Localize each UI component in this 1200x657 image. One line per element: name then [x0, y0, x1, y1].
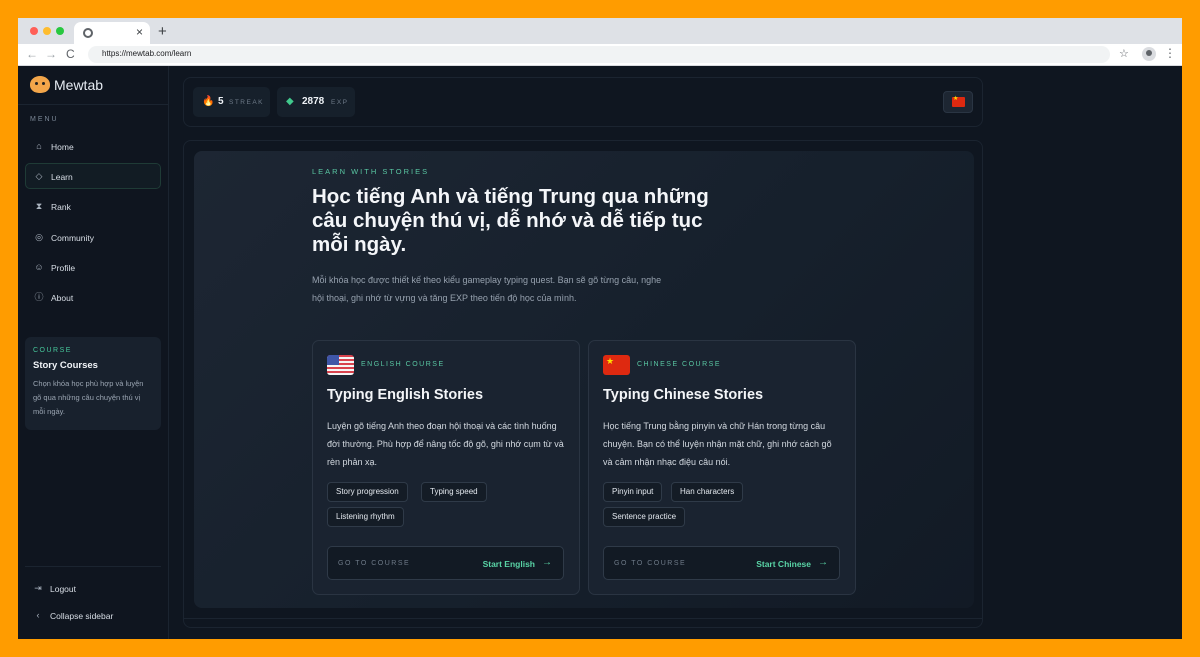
arrow-right-icon: →: [818, 557, 828, 568]
menu-label: MENU: [30, 116, 59, 123]
new-tab-button[interactable]: +: [158, 23, 167, 40]
url-text: https://mewtab.com/learn: [102, 49, 192, 58]
info-icon: ⓘ: [34, 292, 44, 302]
sidebar-item-label: Rank: [51, 202, 71, 212]
reload-icon[interactable]: C: [66, 47, 75, 61]
feature-chip: Typing speed: [421, 482, 487, 502]
exp-stat: ◆ 2878 EXP: [277, 87, 355, 117]
community-icon: ◎: [35, 232, 43, 242]
sidebar-item-learn[interactable]: ◇ Learn: [25, 163, 161, 189]
feature-chip: Pinyin input: [603, 482, 663, 502]
feature-chip: Han characters: [671, 482, 744, 502]
sidebar-item-community[interactable]: ◎ Community: [25, 224, 161, 250]
exp-value: 2878: [302, 96, 325, 107]
chrome-favicon-icon: [83, 28, 93, 38]
address-bar-row: ← → C https://mewtab.com/learn ☆ ⋮: [18, 44, 1182, 66]
course-card-description: Chọn khóa học phù hợp và luyện gõ qua nh…: [33, 379, 144, 416]
brand[interactable]: Mewtab: [18, 66, 168, 105]
profile-icon: ☺: [34, 262, 44, 272]
brand-name: Mewtab: [54, 77, 104, 93]
us-flag-icon: [327, 355, 354, 375]
browser-tab[interactable]: ×: [74, 22, 150, 44]
logout-button[interactable]: ⇥ Logout: [25, 578, 161, 598]
sidebar-item-about[interactable]: ⓘ About: [25, 284, 161, 310]
minimize-window-button[interactable]: [43, 27, 51, 35]
back-icon[interactable]: ←: [26, 47, 38, 61]
trophy-icon: ⧗: [35, 201, 43, 211]
china-flag-icon: [603, 355, 630, 375]
streak-stat: 🔥 5 STREAK: [193, 87, 270, 117]
section-divider: [184, 618, 982, 619]
sidebar-item-profile[interactable]: ☺ Profile: [25, 254, 161, 280]
course-kicker: COURSE: [33, 347, 72, 354]
language-switch-button[interactable]: [943, 91, 973, 113]
china-flag-icon: [952, 95, 965, 107]
streak-label: STREAK: [229, 99, 265, 106]
tab-strip: × +: [18, 18, 1182, 44]
chevron-left-icon: ‹: [36, 610, 40, 620]
hero-section: LEARN WITH STORIES Học tiếng Anh và tiến…: [194, 151, 974, 608]
exp-gem-icon: ◆: [286, 96, 294, 107]
bookmark-star-icon[interactable]: ☆: [1119, 47, 1129, 60]
course-description: Luyện gõ tiếng Anh theo đoạn hội thoại v…: [327, 421, 564, 467]
hero-description: Mỗi khóa học được thiết kế theo kiểu gam…: [312, 275, 662, 303]
maximize-window-button[interactable]: [56, 27, 64, 35]
start-chinese-label: Start Chinese: [756, 559, 811, 569]
collapse-sidebar-button[interactable]: ‹ Collapse sidebar: [25, 605, 161, 625]
logout-label: Logout: [50, 584, 76, 594]
go-to-course-label: GO TO COURSE: [614, 560, 687, 567]
sidebar-item-label: Profile: [51, 263, 76, 273]
home-icon: ⌂: [36, 141, 42, 151]
course-tag: ENGLISH COURSE: [361, 361, 445, 368]
exp-label: EXP: [331, 99, 349, 106]
arrow-right-icon: →: [542, 557, 552, 568]
logout-icon: ⇥: [34, 583, 42, 593]
course-card-title: Story Courses: [33, 360, 98, 371]
learn-icon: ◇: [35, 171, 43, 181]
feature-chip: Story progression: [327, 482, 408, 502]
tab-close-icon[interactable]: ×: [136, 25, 143, 39]
english-course-card: ENGLISH COURSE Typing English Stories Lu…: [312, 340, 580, 595]
feature-chip: Listening rhythm: [327, 507, 404, 527]
cat-logo-icon: [30, 76, 50, 93]
sidebar-item-rank[interactable]: ⧗ Rank: [25, 193, 161, 219]
profile-avatar-icon[interactable]: [1142, 47, 1156, 61]
browser-menu-icon[interactable]: ⋮: [1164, 46, 1176, 60]
sidebar-item-label: About: [51, 293, 74, 303]
browser-window: × + ← → C https://mewtab.com/learn ☆ ⋮ M…: [18, 18, 1182, 639]
go-to-course-label: GO TO COURSE: [338, 560, 411, 567]
start-chinese-button[interactable]: GO TO COURSE Start Chinese →: [603, 546, 840, 580]
start-english-label: Start English: [482, 559, 535, 569]
course-title: Typing Chinese Stories: [603, 387, 764, 403]
forward-icon[interactable]: →: [45, 47, 57, 61]
course-title: Typing English Stories: [327, 387, 484, 403]
hero-headline: Học tiếng Anh và tiếng Trung qua những c…: [312, 185, 709, 256]
app-root: Mewtab MENU ⌂ Home ◇ Learn ⧗ Rank ◎ Comm…: [18, 66, 1182, 639]
hero-eyebrow: LEARN WITH STORIES: [312, 167, 430, 176]
sidebar-item-label: Learn: [51, 172, 73, 182]
stats-bar: 🔥 5 STREAK ◆ 2878 EXP: [183, 77, 983, 127]
feature-chip: Sentence practice: [603, 507, 686, 527]
close-window-button[interactable]: [30, 27, 38, 35]
sidebar-divider: [25, 566, 161, 567]
streak-value: 5: [218, 96, 224, 107]
course-description: Học tiếng Trung bằng pinyin và chữ Hán t…: [603, 421, 832, 467]
sidebar-item-home[interactable]: ⌂ Home: [25, 133, 161, 159]
sidebar: Mewtab MENU ⌂ Home ◇ Learn ⧗ Rank ◎ Comm…: [18, 66, 169, 639]
main-panel: LEARN WITH STORIES Học tiếng Anh và tiến…: [183, 140, 983, 628]
story-courses-card: COURSE Story Courses Chọn khóa học phù h…: [25, 337, 161, 430]
chinese-course-card: CHINESE COURSE Typing Chinese Stories Họ…: [588, 340, 856, 595]
course-tag: CHINESE COURSE: [637, 361, 722, 368]
start-english-button[interactable]: GO TO COURSE Start English →: [327, 546, 564, 580]
flame-icon: 🔥: [202, 96, 215, 107]
collapse-sidebar-label: Collapse sidebar: [50, 611, 114, 621]
sidebar-item-label: Community: [51, 233, 94, 243]
sidebar-item-label: Home: [51, 142, 74, 152]
address-bar[interactable]: https://mewtab.com/learn: [88, 46, 1110, 63]
